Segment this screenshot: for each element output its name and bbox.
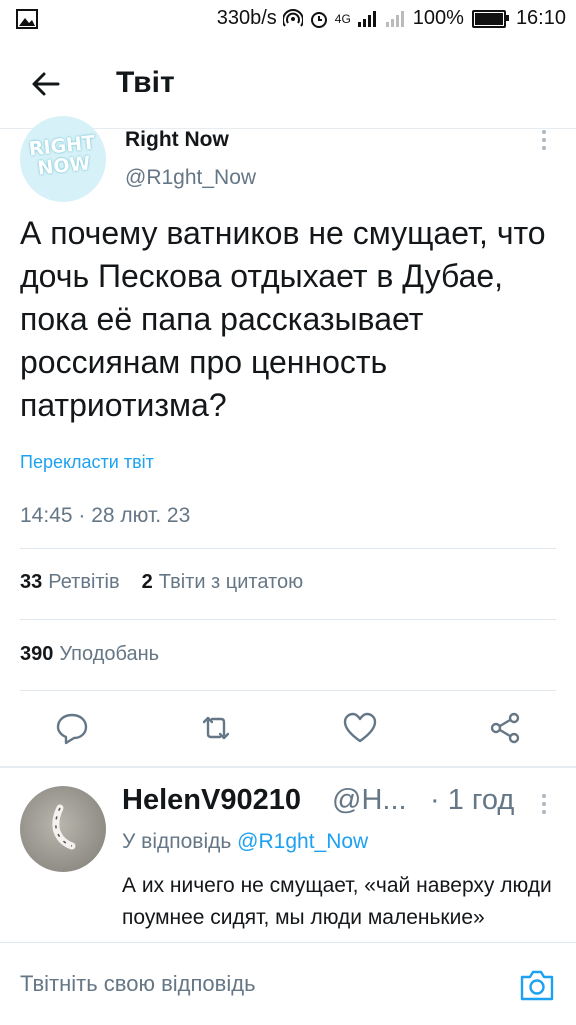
network-speed: 330b/s <box>216 7 277 29</box>
camera-icon[interactable] <box>519 968 555 1002</box>
network-type: 4G <box>334 11 351 26</box>
replying-to-prefix: У відповідь <box>122 830 232 853</box>
retweets-label: Ретвітів <box>48 571 120 593</box>
replying-to-handle-link[interactable]: @R1ght_Now <box>237 830 368 853</box>
divider <box>20 690 556 691</box>
alarm-icon <box>310 11 327 28</box>
tweet-actions <box>0 710 576 750</box>
like-heart-icon[interactable] <box>342 710 378 746</box>
top-app-bar: Твіт <box>0 40 576 129</box>
likes-count: 390 <box>20 643 54 665</box>
image-notification-icon <box>16 9 38 29</box>
reply-avatar[interactable] <box>20 786 106 872</box>
quotes-count: 2 <box>141 571 153 593</box>
more-options-icon[interactable] <box>538 128 550 152</box>
translate-tweet-link[interactable]: Перекласти твіт <box>20 452 154 473</box>
author-handle[interactable]: @R1ght_Now <box>125 166 256 190</box>
divider <box>20 619 556 620</box>
retweets-count: 33 <box>20 571 43 593</box>
retweet-stats[interactable]: 33 Ретвітів 2 Твіти з цитатою <box>20 571 303 594</box>
battery-icon <box>471 9 509 28</box>
likes-label: Уподобань <box>59 643 160 665</box>
clock: 16:10 <box>515 7 566 29</box>
reply-text: А их ничего не смущает, «чай наверху люд… <box>122 874 552 929</box>
share-icon[interactable] <box>487 710 523 746</box>
reply-more-options-icon[interactable] <box>538 792 550 816</box>
signal-2-icon <box>385 10 404 27</box>
like-stats[interactable]: 390 Уподобань <box>20 643 159 666</box>
replying-to: У відповідь @R1ght_Now <box>122 830 368 854</box>
tweet-text: А почему ватников не смущает, что дочь П… <box>20 215 546 423</box>
retweet-icon[interactable] <box>198 710 234 746</box>
reply-icon[interactable] <box>54 710 90 746</box>
status-indicators: 330b/s 4G 100% 16:10 <box>217 7 566 30</box>
status-bar: 330b/s 4G 100% 16:10 <box>0 0 576 40</box>
author-name[interactable]: Right Now <box>125 128 229 152</box>
battery-percent: 100% <box>412 7 464 29</box>
avatar-image <box>52 804 76 850</box>
section-divider <box>0 766 576 768</box>
signal-icon <box>357 10 376 27</box>
divider <box>20 548 556 549</box>
quotes-label: Твіти з цитатою <box>158 571 304 593</box>
back-arrow-icon[interactable] <box>28 66 64 102</box>
reply-time: · 1 год <box>430 784 515 816</box>
reply-author-handle[interactable]: @H... <box>332 784 407 817</box>
reply-input[interactable] <box>20 943 500 1025</box>
reply-author-name[interactable]: HelenV90210 <box>122 784 301 817</box>
tweet-timestamp: 14:45 · 28 лют. 23 <box>20 504 191 527</box>
author-avatar[interactable]: RIGHT NOW <box>20 116 106 202</box>
hotspot-icon <box>282 8 303 27</box>
reply-composer <box>0 942 576 1025</box>
page-title: Твіт <box>116 66 175 99</box>
avatar-logo-text: RIGHT NOW <box>27 131 97 180</box>
